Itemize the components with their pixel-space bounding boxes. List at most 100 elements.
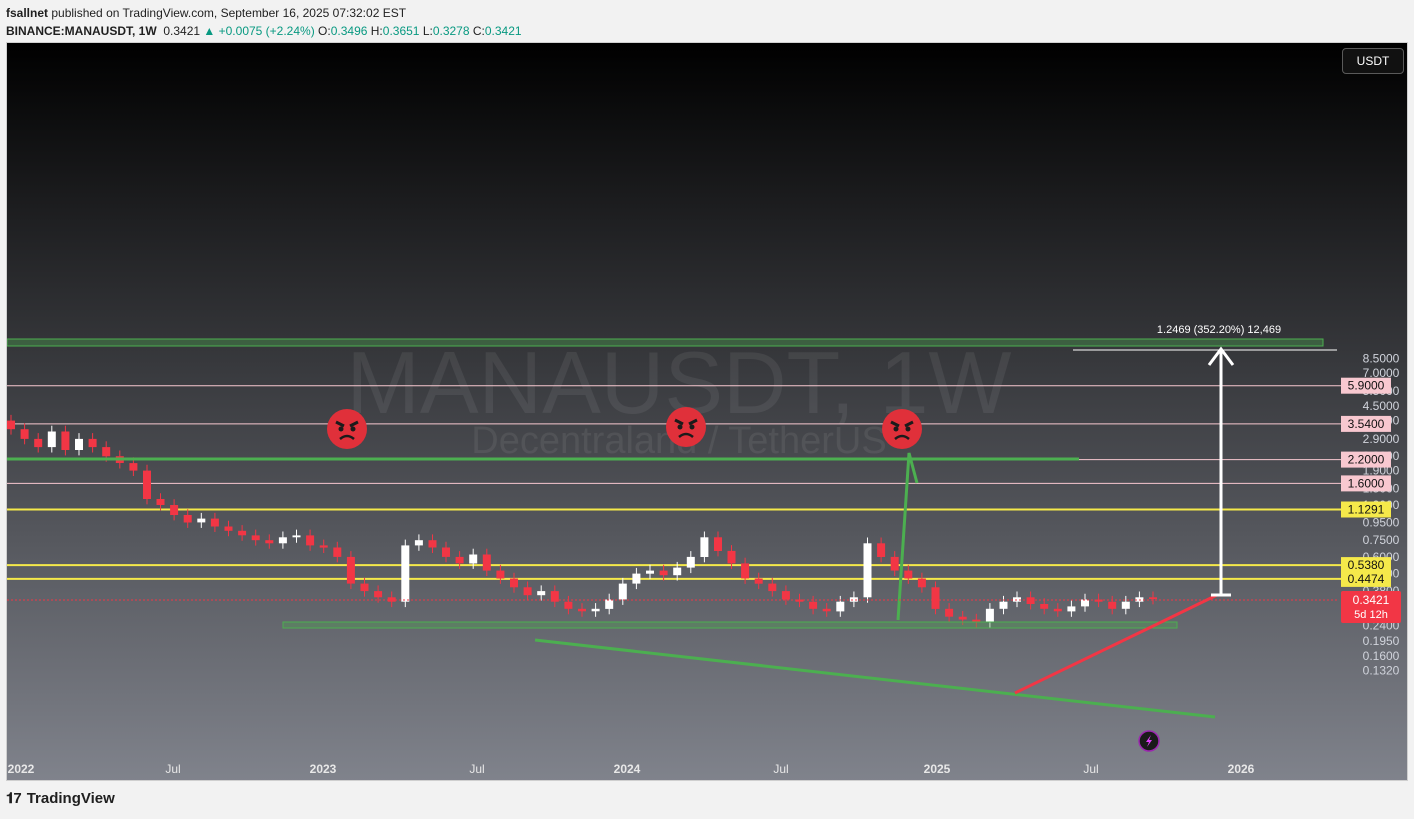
price-tick: 0.7500: [1363, 533, 1400, 547]
publish-date: published on TradingView.com, September …: [51, 6, 407, 20]
time-tick: 2024: [614, 762, 641, 776]
last-price: 0.3421: [163, 24, 201, 38]
price-tick: 0.1600: [1363, 649, 1400, 663]
candle-body: [469, 554, 478, 564]
candle-body: [714, 537, 722, 551]
chart-area[interactable]: MANAUSDT, 1W Decentraland / TetherUS 1.2…: [6, 42, 1408, 781]
price-tick: 0.9500: [1363, 516, 1400, 530]
candle-body: [496, 570, 505, 579]
level-label: 5.9000: [1348, 379, 1385, 393]
candle-body: [781, 591, 790, 600]
measure-label: 1.2469 (352.20%) 12,469: [1157, 324, 1281, 336]
price-change: +0.0075 (+2.24%): [218, 24, 315, 38]
time-tick: 2025: [924, 762, 951, 776]
candle-body: [822, 608, 831, 612]
candle-body: [1081, 599, 1089, 607]
candle-body: [985, 608, 994, 623]
level-label: 1.6000: [1348, 476, 1385, 490]
candle-body: [170, 505, 179, 515]
candle-body: [523, 587, 532, 596]
candle-body: [374, 591, 383, 598]
candle-body: [836, 601, 845, 612]
candle-body: [333, 547, 342, 557]
candle-body: [34, 438, 43, 448]
candle-body: [75, 438, 83, 450]
close-value: 0.3421: [484, 24, 522, 38]
time-tick: 2023: [310, 762, 337, 776]
price-tick: 2.9000: [1363, 432, 1400, 446]
candle-body: [278, 537, 287, 544]
current-price-countdown: 5d 12h: [1354, 609, 1388, 621]
price-tick: 0.1950: [1363, 634, 1400, 648]
candle-body: [414, 540, 423, 546]
green-zone-top[interactable]: [7, 338, 1324, 347]
candle-body: [632, 573, 641, 584]
candle-body: [306, 535, 315, 546]
candle-body: [659, 570, 668, 576]
candle-body: [605, 599, 614, 609]
candle-body: [1067, 606, 1076, 612]
current-price-tag: 0.3421 5d 12h: [1341, 591, 1401, 623]
open-value: 0.3496: [330, 24, 368, 38]
candle-body: [197, 518, 206, 523]
candle-body: [442, 547, 450, 557]
candle-body: [20, 429, 29, 439]
angry-face-icon: [666, 407, 706, 447]
candle-body: [1053, 608, 1062, 612]
candle-body: [877, 543, 886, 557]
candle-body: [183, 515, 192, 523]
candle-body: [863, 543, 872, 598]
level-label: 0.5380: [1348, 558, 1385, 572]
high-label: H:: [370, 24, 383, 38]
candle-body: [238, 530, 247, 536]
high-value: 0.3651: [382, 24, 420, 38]
candle-body: [1149, 597, 1157, 599]
time-tick: Jul: [773, 762, 788, 776]
tradingview-logo[interactable]: 𝟏7 TradingView: [6, 790, 115, 807]
angry-face-icon: [882, 409, 922, 449]
candle-body: [618, 583, 627, 600]
candle-body: [686, 556, 695, 568]
candle-body: [1108, 601, 1117, 609]
candle-body: [917, 578, 926, 588]
tv-logo-icon: 𝟏7: [6, 790, 22, 807]
price-tick: 4.5000: [1363, 399, 1400, 413]
candle-body: [265, 540, 274, 544]
lightning-icon[interactable]: [1138, 730, 1160, 752]
level-label: 3.5400: [1348, 417, 1385, 431]
candle-body: [319, 545, 328, 548]
candle-body: [346, 556, 355, 584]
candle-body: [768, 583, 777, 592]
time-tick: 2022: [8, 762, 35, 776]
angry-face-icon: [327, 409, 367, 449]
candle-body: [455, 556, 464, 564]
candle-body: [741, 563, 750, 579]
candle-body: [7, 420, 15, 430]
time-tick: Jul: [1083, 762, 1098, 776]
candle-body: [292, 535, 301, 538]
time-tick: 2026: [1228, 762, 1255, 776]
currency-button[interactable]: USDT: [1342, 48, 1404, 74]
current-price-value: 0.3421: [1353, 593, 1390, 607]
candle-body: [143, 470, 151, 499]
candle-body: [401, 545, 410, 602]
green-zone-bottom[interactable]: [282, 621, 1178, 629]
publisher-name[interactable]: fsallnet: [6, 6, 48, 20]
time-tick: Jul: [165, 762, 180, 776]
candle-body: [251, 535, 260, 541]
candle-body: [890, 556, 899, 571]
time-tick: Jul: [469, 762, 484, 776]
price-tick: 8.5000: [1363, 351, 1400, 365]
symbol-name[interactable]: BINANCE:MANAUSDT, 1W: [6, 24, 157, 38]
low-label: L:: [422, 24, 433, 38]
candle-body: [510, 578, 518, 588]
tv-brand: TradingView: [26, 790, 115, 807]
candle-body: [537, 591, 546, 596]
low-value: 0.3278: [432, 24, 470, 38]
candle-body: [210, 518, 219, 527]
change-up-icon: ▲: [203, 24, 216, 38]
level-label: 2.2000: [1348, 453, 1385, 467]
candle-body: [156, 499, 165, 505]
chart-canvas[interactable]: MANAUSDT, 1W Decentraland / TetherUS 1.2…: [7, 43, 1408, 781]
candle-body: [482, 554, 491, 571]
